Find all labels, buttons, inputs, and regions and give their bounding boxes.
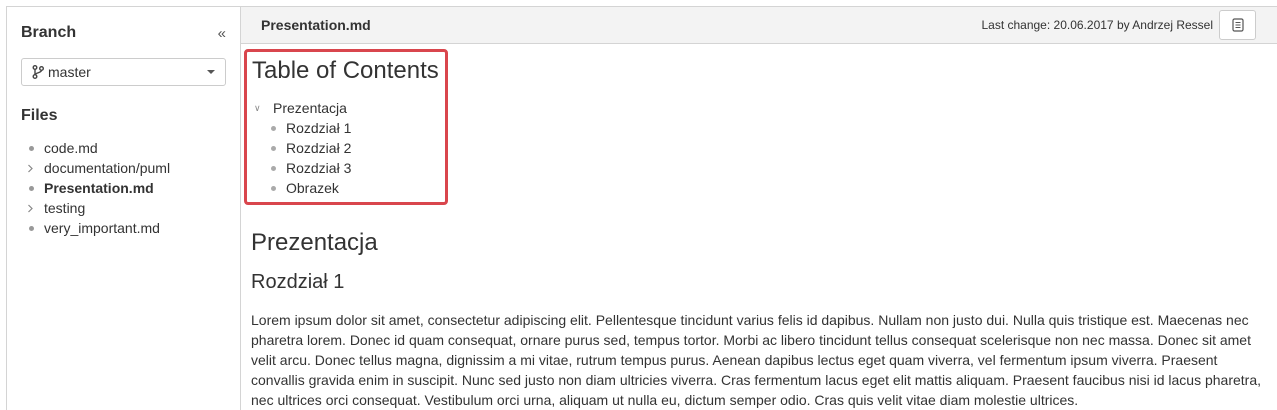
bullet-icon	[271, 185, 276, 191]
file-item[interactable]: very_important.md	[27, 218, 240, 238]
chevron-right-icon	[27, 164, 44, 173]
toc-title: Table of Contents	[252, 57, 439, 84]
main-panel: Presentation.md Last change: 20.06.2017 …	[241, 7, 1277, 410]
chevron-right-icon	[27, 204, 44, 213]
bullet-icon	[271, 165, 276, 171]
last-change-date: 20.06.2017	[1053, 18, 1114, 32]
toc-list: ∨ Prezentacja Rozdział 1 Rozdział 2 Rozdzi…	[252, 98, 445, 198]
bullet-icon	[27, 225, 44, 231]
by-label: by	[1116, 18, 1130, 32]
file-name: Presentation.md	[44, 180, 154, 196]
toc-sublist: Rozdział 1 Rozdział 2 Rozdział 3 Obrazek	[252, 118, 445, 198]
paragraph: Lorem ipsum dolor sit amet, consectetur …	[251, 312, 1262, 408]
document-icon	[1231, 18, 1244, 32]
file-list: code.md documentation/puml Presentation.md…	[7, 138, 240, 238]
author-name: Andrzej Ressel	[1132, 18, 1213, 32]
file-item[interactable]: Presentation.md	[27, 178, 240, 198]
last-change-label: Last change:	[981, 18, 1051, 32]
heading-1: Prezentacja	[251, 229, 378, 256]
toc-item-label: Rozdział 1	[286, 120, 352, 136]
document-content: Table of Contents ∨ Prezentacja Rozdział…	[241, 44, 1277, 410]
toc-item[interactable]: Rozdział 2	[271, 138, 445, 158]
file-name: very_important.md	[44, 220, 160, 236]
document-title: Presentation.md	[261, 17, 371, 33]
document-button[interactable]	[1219, 10, 1256, 40]
file-name: documentation/puml	[44, 160, 171, 176]
toc-item-label: Rozdział 2	[286, 140, 352, 156]
toc-root-label: Prezentacja	[273, 100, 347, 116]
branch-header: Branch «	[7, 7, 240, 43]
app-frame: Branch « master Files code.md documentati…	[6, 6, 1277, 410]
toc-item[interactable]: Rozdział 1	[271, 118, 445, 138]
file-item[interactable]: documentation/puml	[27, 158, 240, 178]
table-of-contents: Table of Contents ∨ Prezentacja Rozdział…	[244, 49, 448, 205]
toc-item[interactable]: Rozdział 3	[271, 158, 445, 178]
bullet-icon	[27, 185, 44, 191]
last-change-info: Last change: 20.06.2017 by Andrzej Resse…	[981, 18, 1213, 32]
toc-item-label: Rozdział 3	[286, 160, 352, 176]
toc-item-label: Obrazek	[286, 180, 339, 196]
branch-select[interactable]: master	[21, 58, 226, 86]
file-name: code.md	[44, 140, 98, 156]
files-title: Files	[21, 107, 58, 124]
caret-down-icon	[207, 70, 215, 74]
branch-selected-label: master	[48, 64, 91, 80]
bullet-icon	[271, 145, 276, 151]
git-branch-icon	[32, 65, 44, 79]
document-header: Presentation.md Last change: 20.06.2017 …	[241, 7, 1277, 44]
bullet-icon	[271, 125, 276, 131]
file-item[interactable]: testing	[27, 198, 240, 218]
chevron-down-icon: ∨	[254, 103, 261, 113]
file-item[interactable]: code.md	[27, 138, 240, 158]
toc-item[interactable]: Obrazek	[271, 178, 445, 198]
heading-2: Rozdział 1	[251, 271, 345, 293]
sidebar: Branch « master Files code.md documentati…	[7, 7, 241, 410]
file-name: testing	[44, 200, 86, 216]
toc-item-root[interactable]: ∨ Prezentacja	[252, 98, 445, 118]
collapse-sidebar-icon[interactable]: «	[218, 26, 226, 41]
branch-title: Branch	[21, 24, 77, 41]
bullet-icon	[27, 145, 44, 151]
